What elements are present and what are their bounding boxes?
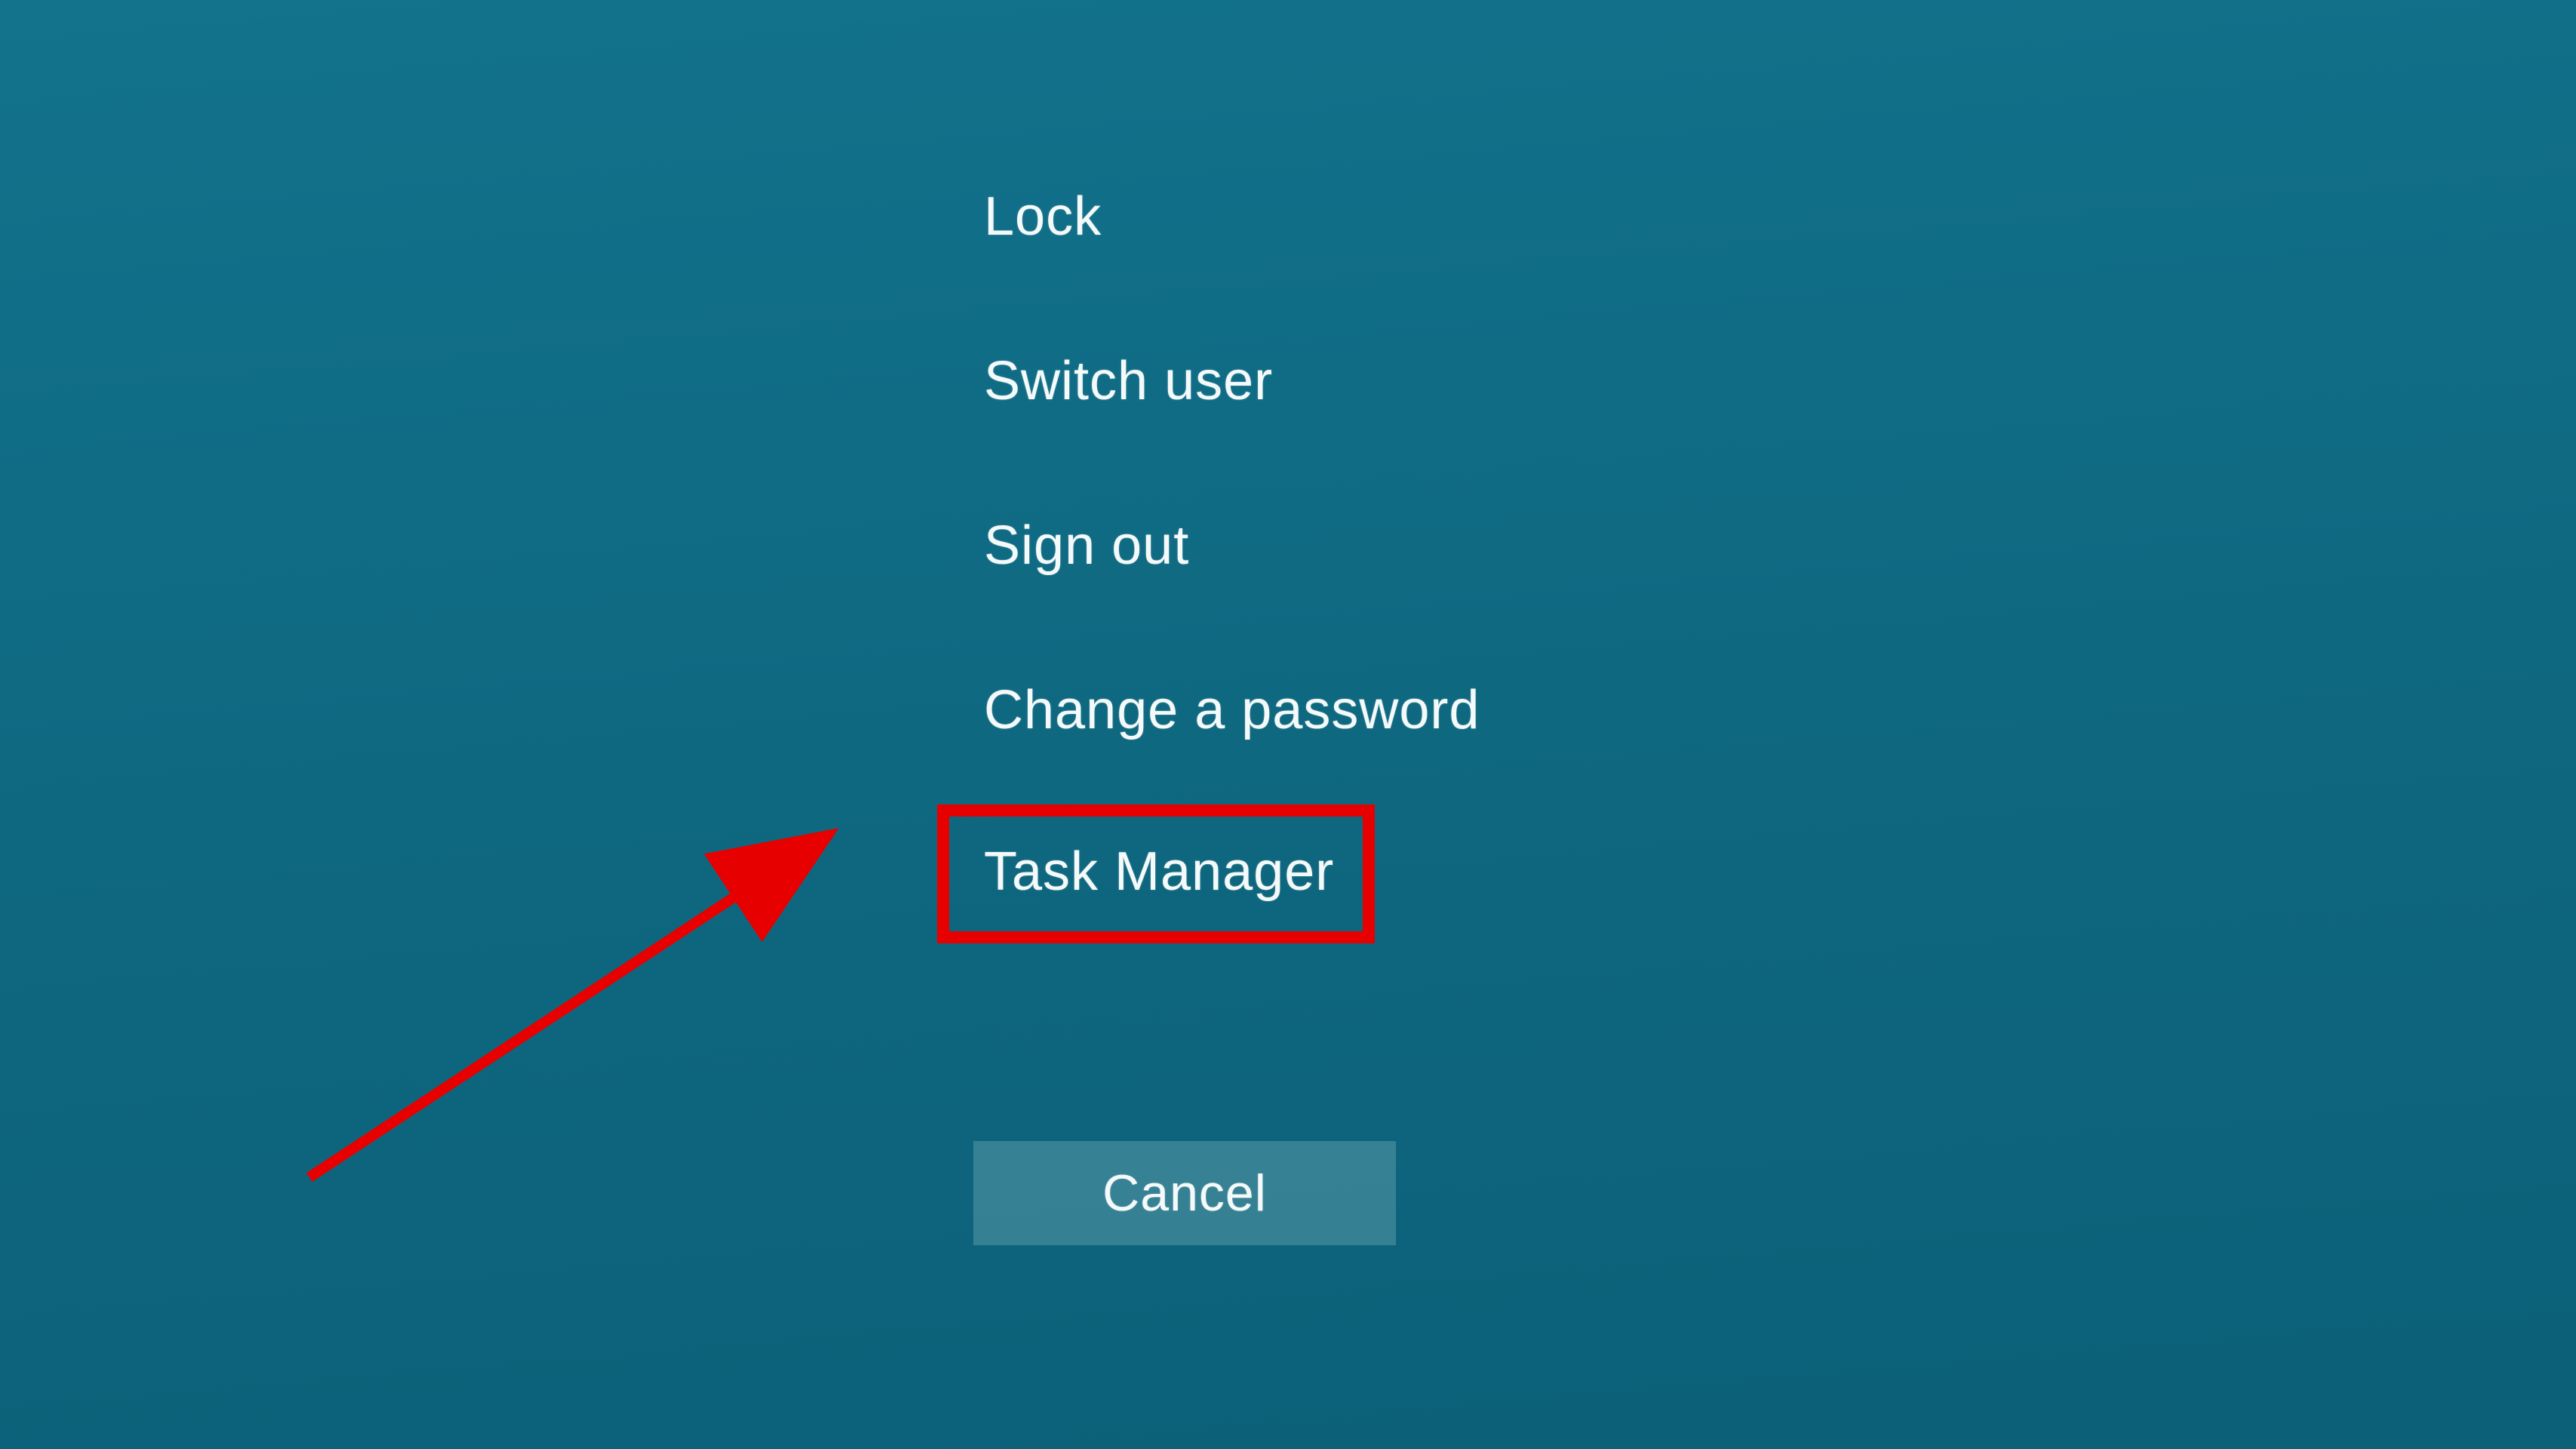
security-options-menu: Lock Switch user Sign out Change a passw… (966, 174, 1498, 915)
cancel-button[interactable]: Cancel (973, 1141, 1396, 1245)
annotation-arrow-icon (287, 755, 890, 1208)
menu-item-change-password[interactable]: Change a password (966, 667, 1498, 753)
menu-item-task-manager[interactable]: Task Manager (966, 829, 1498, 915)
menu-item-lock[interactable]: Lock (966, 174, 1498, 260)
menu-item-sign-out[interactable]: Sign out (966, 503, 1498, 589)
menu-item-switch-user[interactable]: Switch user (966, 338, 1498, 424)
